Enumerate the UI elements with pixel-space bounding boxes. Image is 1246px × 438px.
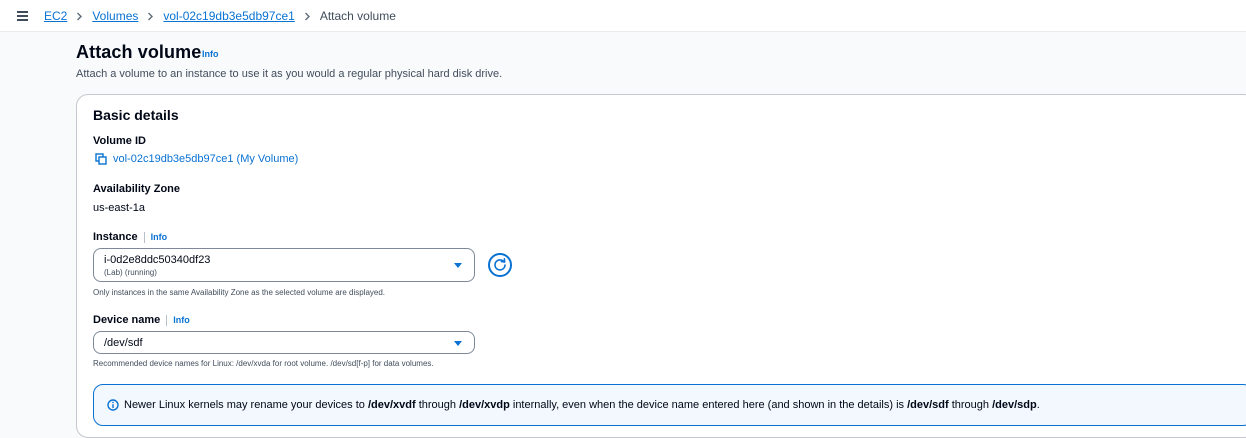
device-name-label: Device name bbox=[93, 314, 161, 326]
refresh-button[interactable] bbox=[488, 253, 512, 277]
chevron-right-icon bbox=[304, 12, 311, 21]
breadcrumb-current: Attach volume bbox=[319, 9, 396, 23]
copy-icon bbox=[95, 153, 107, 165]
page-description: Attach a volume to an instance to use it… bbox=[76, 68, 503, 80]
device-info-link[interactable]: Info bbox=[173, 315, 190, 325]
main-content: Attach volume Info Attach a volume to an… bbox=[0, 32, 1246, 438]
device-label-row: Device name Info bbox=[93, 314, 190, 326]
top-navigation: EC2 Volumes vol-02c19db3e5db97ce1 Attach… bbox=[0, 0, 1246, 32]
availability-zone-value: us-east-1a bbox=[93, 202, 145, 214]
alert-bold-4: /dev/sdp bbox=[992, 399, 1037, 411]
chevron-right-icon bbox=[147, 12, 154, 21]
instance-info-link[interactable]: Info bbox=[151, 232, 168, 242]
panel-title: Basic details bbox=[93, 107, 179, 123]
alert-text-3: internally, even when the device name en… bbox=[509, 399, 908, 411]
instance-select-subtext: (Lab) (running) bbox=[104, 268, 157, 277]
volume-id-value: vol-02c19db3e5db97ce1 (My Volume) bbox=[113, 153, 299, 165]
page-title: Attach volume bbox=[76, 42, 202, 62]
device-hint: Recommended device names for Linux: /dev… bbox=[93, 359, 434, 368]
chevron-right-icon bbox=[76, 12, 83, 21]
basic-details-panel: Basic details Volume ID vol-02c19db3e5db… bbox=[76, 94, 1246, 438]
volume-id-link[interactable]: vol-02c19db3e5db97ce1 (My Volume) bbox=[95, 153, 298, 165]
caret-down-icon bbox=[454, 341, 462, 346]
caret-down-icon bbox=[454, 263, 462, 268]
alert-text-4: through bbox=[948, 399, 993, 411]
instance-select-value: i-0d2e8ddc50340df23 bbox=[104, 254, 211, 266]
alert-text-5: . bbox=[1036, 399, 1040, 411]
instance-select[interactable]: i-0d2e8ddc50340df23 (Lab) (running) bbox=[93, 248, 475, 282]
label-divider bbox=[166, 314, 168, 326]
menu-icon[interactable] bbox=[17, 11, 28, 21]
instance-hint: Only instances in the same Availability … bbox=[93, 288, 386, 297]
breadcrumb: EC2 Volumes vol-02c19db3e5db97ce1 Attach… bbox=[44, 9, 396, 23]
volume-id-label: Volume ID bbox=[93, 135, 146, 147]
alert-text-1: Newer Linux kernels may rename your devi… bbox=[124, 399, 368, 411]
breadcrumb-ec2[interactable]: EC2 bbox=[44, 9, 67, 23]
breadcrumb-volumes[interactable]: Volumes bbox=[92, 9, 138, 23]
alert-text-2: through bbox=[415, 399, 460, 411]
info-circle-icon bbox=[107, 399, 119, 411]
instance-label-row: Instance Info bbox=[93, 231, 167, 243]
alert-message: Newer Linux kernels may rename your devi… bbox=[124, 399, 1040, 411]
device-name-select[interactable]: /dev/sdf bbox=[93, 331, 475, 354]
info-alert: Newer Linux kernels may rename your devi… bbox=[93, 384, 1246, 426]
instance-label: Instance bbox=[93, 231, 138, 243]
alert-bold-3: /dev/sdf bbox=[907, 399, 949, 411]
title-info-link[interactable]: Info bbox=[202, 49, 219, 59]
breadcrumb-volume-id[interactable]: vol-02c19db3e5db97ce1 bbox=[163, 9, 294, 23]
label-divider bbox=[143, 231, 145, 243]
device-name-value: /dev/sdf bbox=[104, 337, 143, 349]
availability-zone-label: Availability Zone bbox=[93, 183, 181, 195]
alert-bold-2: /dev/xvdp bbox=[459, 399, 510, 411]
alert-bold-1: /dev/xvdf bbox=[367, 399, 416, 411]
refresh-icon bbox=[494, 258, 506, 271]
